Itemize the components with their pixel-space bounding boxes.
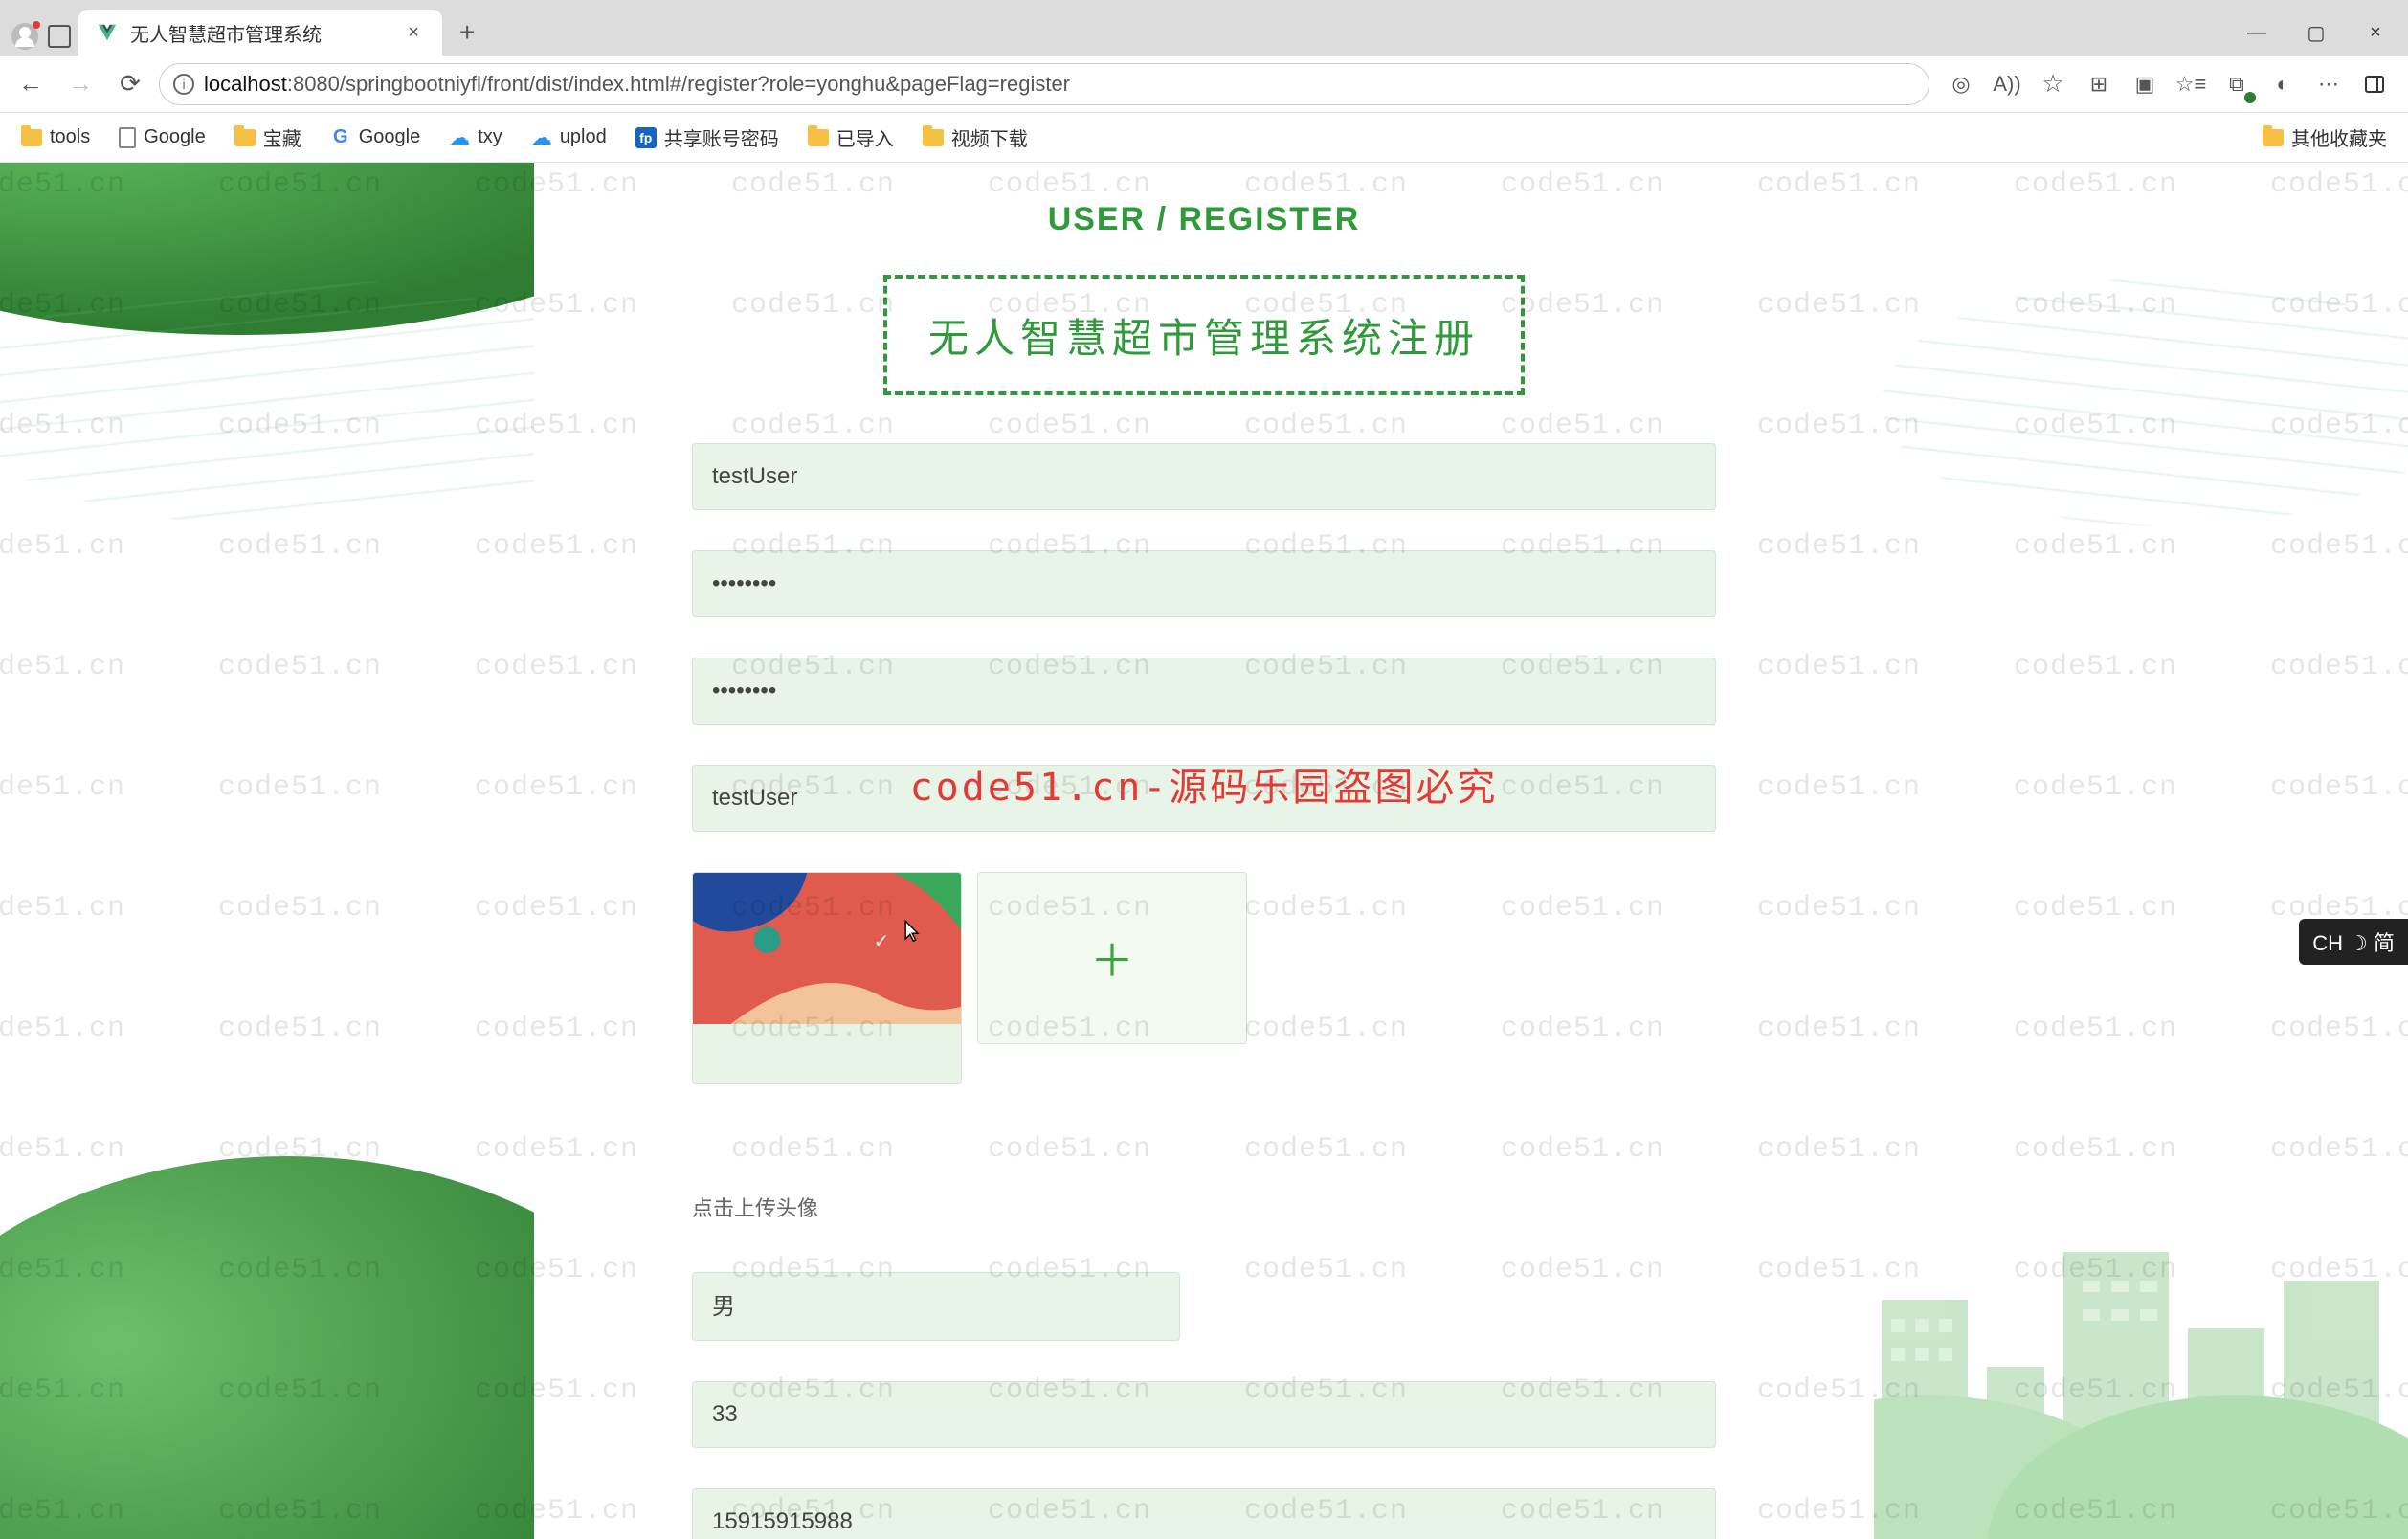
vue-favicon-icon bbox=[96, 21, 119, 44]
menu-button[interactable]: ⋯ bbox=[2312, 68, 2345, 100]
svg-text:✓: ✓ bbox=[874, 931, 890, 952]
ime-indicator[interactable]: CH ☽ 简 bbox=[2299, 919, 2408, 965]
back-button[interactable]: ← bbox=[10, 63, 52, 105]
tab-actions-icon[interactable] bbox=[48, 25, 71, 48]
extensions-icon[interactable]: ⊞ bbox=[2083, 68, 2115, 100]
username-input[interactable] bbox=[692, 443, 1716, 510]
avatar-uploader-row: ✓ ＋ bbox=[692, 872, 1716, 1084]
tracking-icon[interactable]: ◎ bbox=[1945, 68, 1977, 100]
bookmark-folder-videos[interactable]: 视频下载 bbox=[913, 120, 1037, 155]
folder-icon bbox=[923, 129, 944, 146]
window-close-button[interactable]: × bbox=[2347, 10, 2404, 56]
gender-select[interactable]: 男 bbox=[692, 1272, 1180, 1341]
age-input[interactable] bbox=[692, 1381, 1716, 1448]
tab-close-button[interactable]: × bbox=[402, 20, 425, 46]
url-input[interactable]: i localhost:8080/springbootniyfl/front/d… bbox=[159, 63, 1929, 105]
page-header-box: 无人智慧超市管理系统注册 bbox=[883, 275, 1525, 395]
bookmark-shared-account[interactable]: fp共享账号密码 bbox=[626, 120, 789, 155]
bookmarks-bar: tools Google 宝藏 GGoogle ☁txy ☁uplod fp共享… bbox=[0, 113, 2408, 163]
page-title: 无人智慧超市管理系统注册 bbox=[928, 306, 1480, 365]
bookmark-folder-treasure[interactable]: 宝藏 bbox=[225, 120, 311, 155]
page-icon bbox=[119, 127, 136, 148]
favorite-star-icon[interactable]: ☆ bbox=[2037, 68, 2069, 100]
register-panel: USER / REGISTER 无人智慧超市管理系统注册 bbox=[534, 163, 1874, 1539]
profile-avatar-icon[interactable] bbox=[11, 23, 38, 50]
bookmark-google[interactable]: GGoogle bbox=[321, 123, 431, 152]
bookmark-google-page[interactable]: Google bbox=[109, 123, 215, 152]
window-minimize-button[interactable]: — bbox=[2228, 10, 2285, 56]
favorites-list-icon[interactable]: ☆≡ bbox=[2174, 68, 2207, 100]
window-maximize-button[interactable]: ▢ bbox=[2287, 10, 2345, 56]
folder-icon bbox=[2263, 129, 2284, 146]
tab-title: 无人智慧超市管理系统 bbox=[130, 19, 390, 47]
sidebar-toggle-icon[interactable] bbox=[2358, 68, 2391, 100]
watermark-warning-text: code51.cn-源码乐园盗图必究 bbox=[910, 756, 1499, 812]
folder-icon bbox=[234, 129, 256, 146]
read-aloud-icon[interactable]: A)) bbox=[1991, 68, 2023, 100]
reload-button[interactable]: ⟳ bbox=[109, 63, 151, 105]
page-viewport: code51.cncode51.cncode51.cncode51.cncode… bbox=[0, 163, 2408, 1539]
app-icon: fp bbox=[635, 127, 657, 148]
avatar-preview-image: ✓ bbox=[693, 873, 961, 1024]
google-icon: G bbox=[330, 127, 351, 148]
page-header-small: USER / REGISTER bbox=[534, 201, 1874, 238]
split-screen-icon[interactable]: ▣ bbox=[2129, 68, 2161, 100]
folder-icon bbox=[21, 129, 42, 146]
phone-input[interactable] bbox=[692, 1488, 1716, 1539]
collections-icon[interactable]: ⧉ bbox=[2220, 68, 2253, 100]
password-input[interactable] bbox=[692, 550, 1716, 617]
browser-tab[interactable]: 无人智慧超市管理系统 × bbox=[78, 10, 442, 56]
site-info-icon[interactable]: i bbox=[173, 74, 194, 95]
plus-icon: ＋ bbox=[1090, 926, 1134, 990]
url-text: localhost:8080/springbootniyfl/front/dis… bbox=[204, 72, 1070, 97]
titlebar: 无人智慧超市管理系统 × + — ▢ × bbox=[0, 0, 2408, 56]
register-form: ✓ ＋ 点击上传头像 男 bbox=[692, 443, 1716, 1539]
avatar-thumbnail[interactable]: ✓ bbox=[692, 872, 962, 1084]
cloud-icon: ☁ bbox=[531, 125, 552, 150]
new-tab-button[interactable]: + bbox=[442, 10, 492, 56]
bookmark-overflow-folder[interactable]: 其他收藏夹 bbox=[2253, 120, 2397, 155]
address-bar: ← → ⟳ i localhost:8080/springbootniyfl/f… bbox=[0, 56, 2408, 113]
browser-profile-icon[interactable]: ◐ bbox=[2266, 68, 2299, 100]
upload-hint-label: 点击上传头像 bbox=[692, 1192, 1716, 1222]
avatar-upload-button[interactable]: ＋ bbox=[977, 872, 1247, 1044]
folder-icon bbox=[808, 129, 829, 146]
bookmark-uplod[interactable]: ☁uplod bbox=[522, 122, 616, 154]
bookmark-folder-tools[interactable]: tools bbox=[11, 123, 100, 152]
password-confirm-input[interactable] bbox=[692, 658, 1716, 725]
forward-button[interactable]: → bbox=[59, 63, 101, 105]
bookmark-folder-imported[interactable]: 已导入 bbox=[798, 120, 903, 155]
cloud-icon: ☁ bbox=[449, 125, 470, 150]
bookmark-txy[interactable]: ☁txy bbox=[439, 122, 512, 154]
